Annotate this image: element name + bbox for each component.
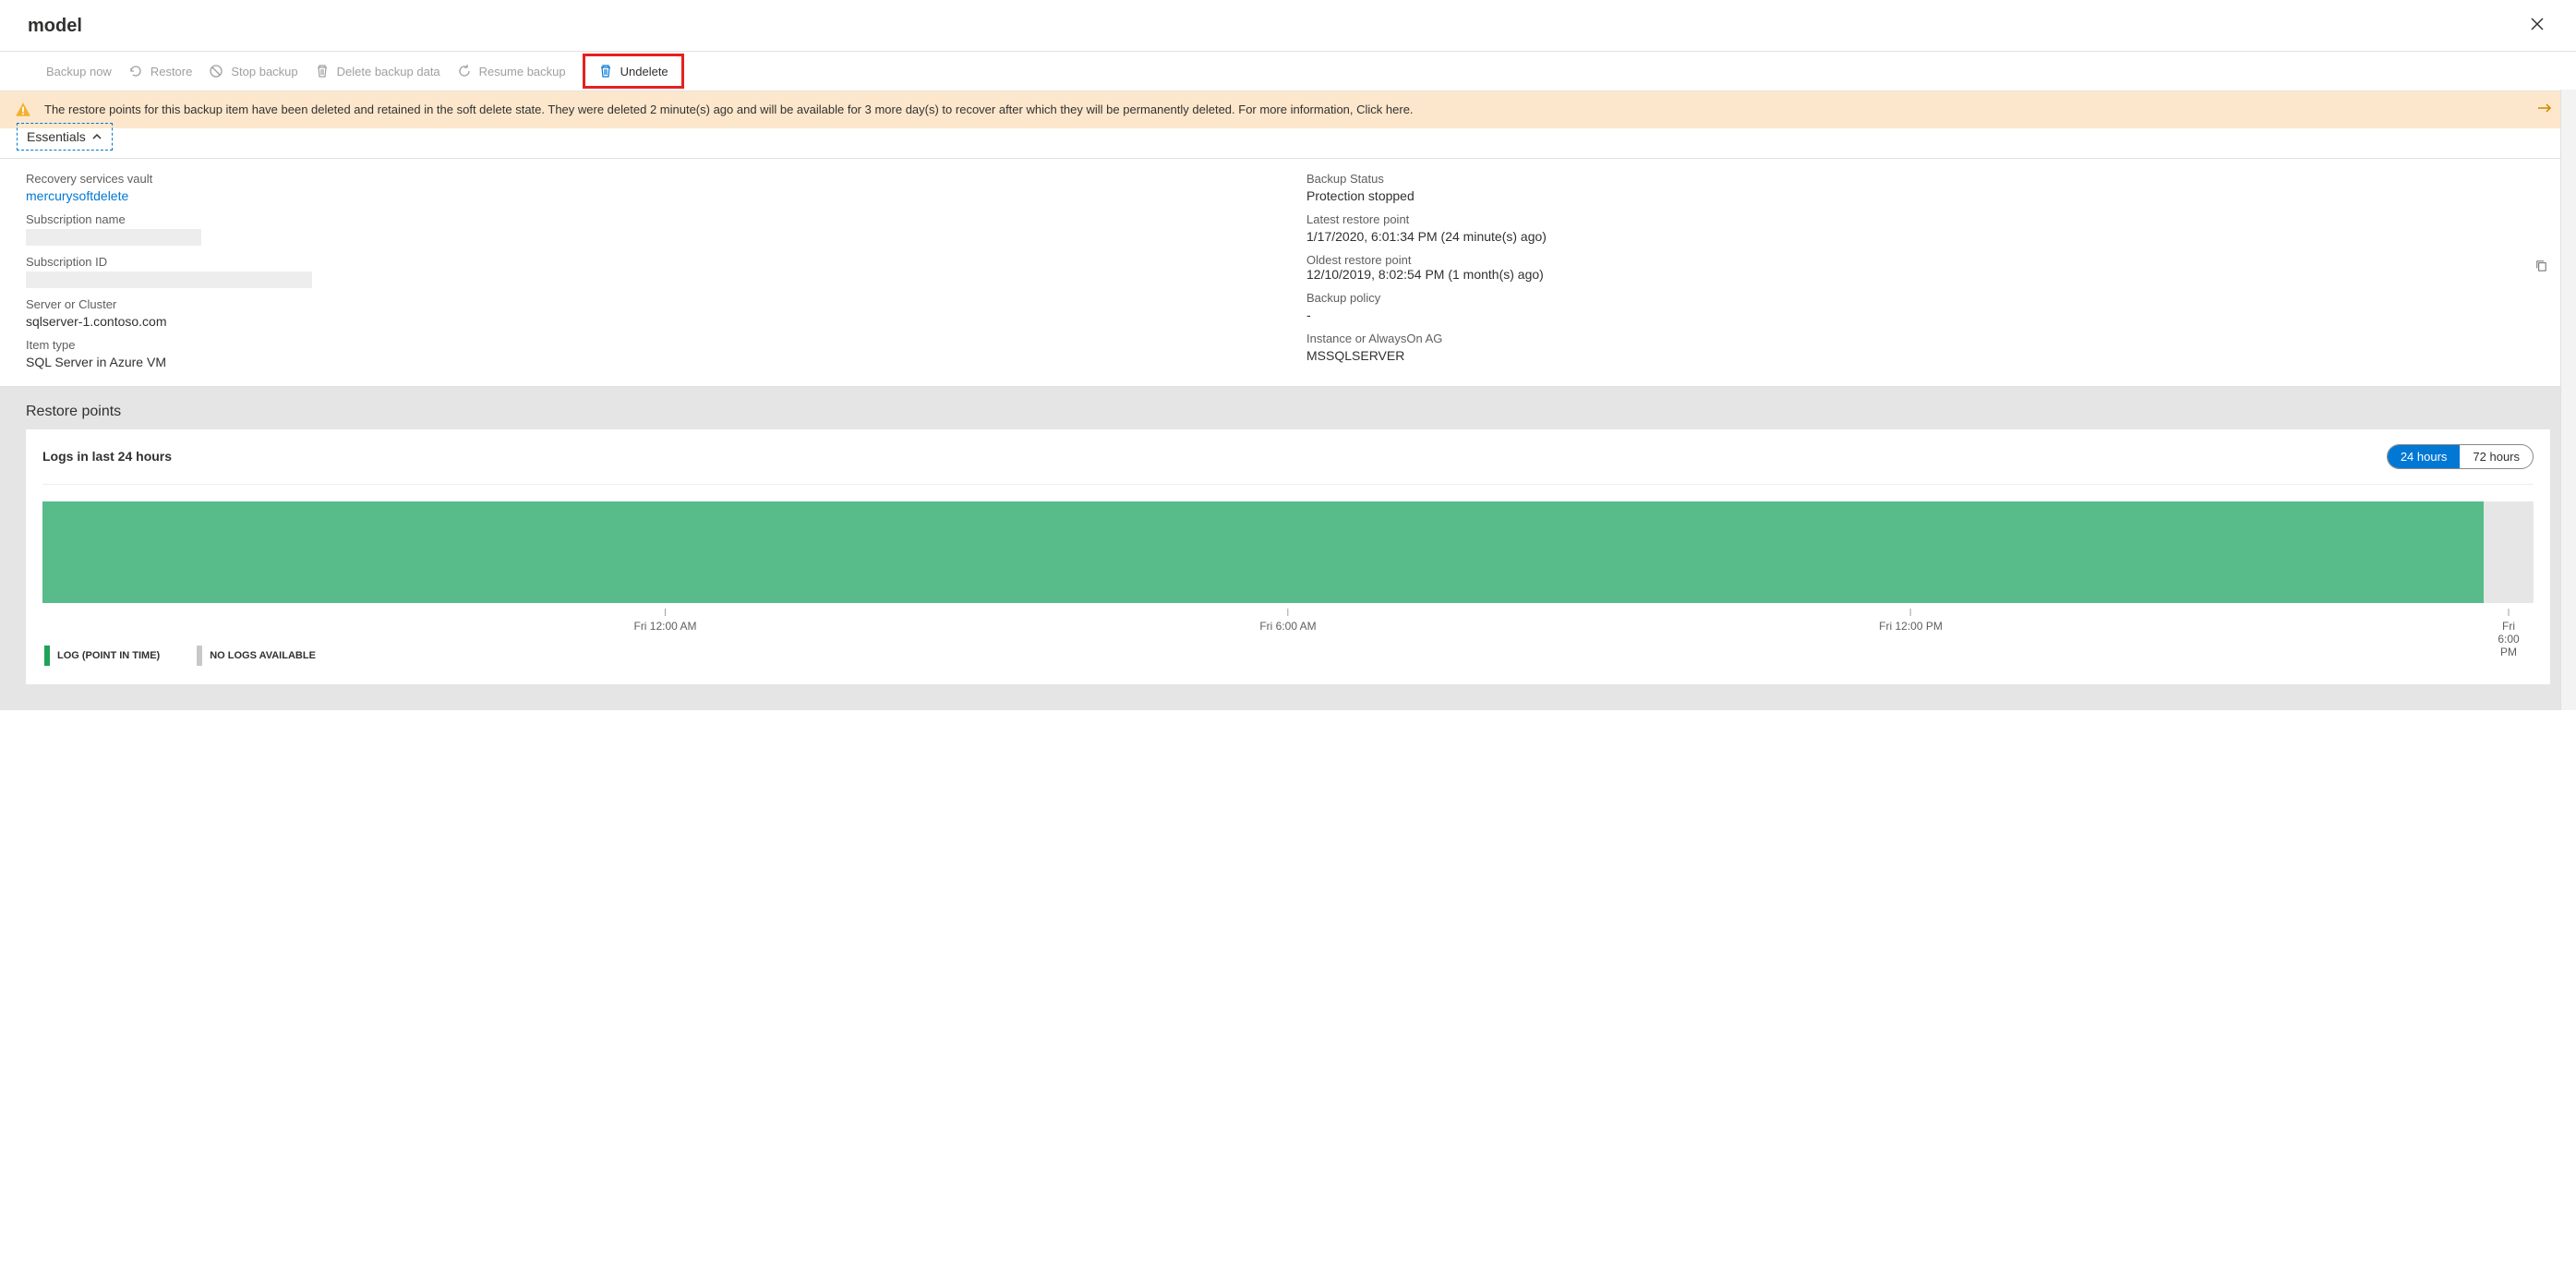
prop-label: Backup policy <box>1306 291 2550 305</box>
essentials-toggle[interactable]: Essentials <box>17 123 113 151</box>
stop-backup-button[interactable]: Stop backup <box>209 64 297 78</box>
restore-button[interactable]: Restore <box>128 64 193 78</box>
prop-label: Instance or AlwaysOn AG <box>1306 332 2550 345</box>
undo-icon <box>128 64 143 78</box>
oldest-restore-value: 12/10/2019, 8:02:54 PM (1 month(s) ago) <box>1306 267 2525 282</box>
toolbar-label: Stop backup <box>231 65 297 78</box>
prop-label: Subscription name <box>26 212 1270 226</box>
toolbar-label: Undelete <box>620 65 668 78</box>
delete-backup-data-button[interactable]: Delete backup data <box>315 64 440 78</box>
copy-icon <box>2534 259 2548 272</box>
trash-icon <box>598 64 613 78</box>
arrow-right-icon <box>2537 103 2552 114</box>
warning-dismiss-arrow[interactable] <box>2528 102 2561 118</box>
backup-status-value: Protection stopped <box>1306 188 2550 203</box>
warning-banner: The restore points for this backup item … <box>0 91 2576 128</box>
recovery-vault-link[interactable]: mercurysoftdelete <box>26 188 1270 203</box>
undelete-button[interactable]: Undelete <box>583 54 684 89</box>
logs-card: Logs in last 24 hours 24 hours 72 hours … <box>26 429 2550 684</box>
axis-tick: Fri 6:00 AM <box>1259 609 1316 633</box>
prop-label: Recovery services vault <box>26 172 1270 186</box>
prop-label: Latest restore point <box>1306 212 2550 226</box>
prop-label: Subscription ID <box>26 255 1270 269</box>
prop-label: Oldest restore point <box>1306 253 2525 267</box>
legend-log: LOG (POINT IN TIME) <box>44 646 160 666</box>
subscription-id-value <box>26 272 312 288</box>
toolbar: Backup now Restore Stop backup Delete ba… <box>0 52 2576 91</box>
subscription-name-value <box>26 229 201 246</box>
toolbar-label: Backup now <box>46 65 112 78</box>
trash-icon <box>315 64 330 78</box>
legend-swatch-icon <box>197 646 202 666</box>
copy-button[interactable] <box>2533 257 2550 277</box>
essentials-label: Essentials <box>27 129 86 144</box>
prop-label: Item type <box>26 338 1270 352</box>
toggle-24h[interactable]: 24 hours <box>2388 445 2461 468</box>
restore-points-title: Restore points <box>26 404 2550 420</box>
server-value: sqlserver-1.contoso.com <box>26 314 1270 329</box>
close-icon <box>2530 17 2545 31</box>
warning-text: The restore points for this backup item … <box>44 101 2515 119</box>
chevron-up-icon <box>91 131 102 142</box>
stop-icon <box>209 64 223 78</box>
prop-label: Backup Status <box>1306 172 2550 186</box>
refresh-icon <box>457 64 472 78</box>
item-type-value: SQL Server in Azure VM <box>26 355 1270 369</box>
toolbar-label: Delete backup data <box>337 65 440 78</box>
page-title: model <box>28 16 82 37</box>
legend-label: NO LOGS AVAILABLE <box>210 650 316 661</box>
logs-chart: Fri 12:00 AM Fri 6:00 AM Fri 12:00 PM Fr… <box>42 484 2534 666</box>
prop-label: Server or Cluster <box>26 297 1270 311</box>
essentials-panel: Recovery services vault mercurysoftdelet… <box>0 159 2576 386</box>
time-range-toggle: 24 hours 72 hours <box>2387 444 2534 469</box>
chart-segment-log <box>42 501 2484 603</box>
scrollbar[interactable] <box>2560 90 2576 710</box>
toggle-72h[interactable]: 72 hours <box>2460 445 2533 468</box>
legend-nolog: NO LOGS AVAILABLE <box>197 646 316 666</box>
warning-icon <box>15 102 31 118</box>
toolbar-label: Resume backup <box>479 65 566 78</box>
legend-label: LOG (POINT IN TIME) <box>57 650 160 661</box>
logs-card-title: Logs in last 24 hours <box>42 449 172 464</box>
legend-swatch-icon <box>44 646 50 666</box>
toolbar-label: Restore <box>150 65 193 78</box>
backup-policy-value: - <box>1306 308 2550 322</box>
axis-tick: Fri 12:00 AM <box>633 609 696 633</box>
instance-value: MSSQLSERVER <box>1306 348 2550 363</box>
axis-tick: Fri 6:00 PM <box>2497 609 2522 658</box>
backup-now-button[interactable]: Backup now <box>46 65 112 78</box>
resume-backup-button[interactable]: Resume backup <box>457 64 566 78</box>
close-button[interactable] <box>2526 13 2548 40</box>
latest-restore-value: 1/17/2020, 6:01:34 PM (24 minute(s) ago) <box>1306 229 2550 244</box>
chart-segment-nolog <box>2484 501 2534 603</box>
axis-tick: Fri 12:00 PM <box>1879 609 1943 633</box>
